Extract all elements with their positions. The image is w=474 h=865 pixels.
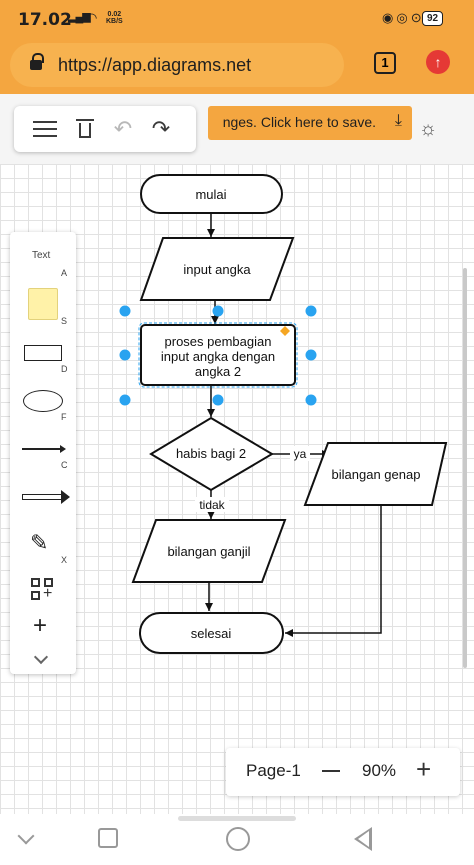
zoom-level[interactable]: 90% — [362, 761, 396, 781]
node-process[interactable]: proses pembagian input angka dengan angk… — [138, 322, 298, 388]
node-input-label: input angka — [183, 262, 251, 277]
app-toolbar-area: ↶ ↷ nges. Click here to save. ⤓ ☼ — [0, 94, 474, 164]
node-decision-label: habis bagi 2 — [176, 446, 246, 461]
shape-ellipse[interactable] — [23, 390, 63, 412]
node-end[interactable]: selesai — [139, 612, 284, 654]
zoom-in-icon[interactable]: + — [416, 756, 431, 782]
node-output-odd-label: bilangan ganjil — [167, 544, 250, 559]
brightness-icon[interactable]: ☼ — [417, 118, 439, 140]
node-process-label-line3: angka 2 — [195, 364, 241, 379]
page-selector[interactable]: Page-1 — [246, 761, 301, 781]
update-icon[interactable]: ↑ — [426, 50, 450, 74]
redo-icon[interactable]: ↷ — [148, 117, 174, 141]
battery-icon: 92 — [422, 11, 444, 26]
edge-label-yes: ya — [294, 447, 307, 461]
node-start-label: mulai — [195, 187, 226, 202]
back-icon[interactable] — [354, 827, 372, 851]
shape-arrow[interactable] — [22, 490, 70, 504]
edge-label-no: tidak — [199, 498, 225, 512]
node-input[interactable]: input angka — [139, 237, 295, 301]
freehand-icon[interactable]: ✎ — [30, 530, 48, 556]
alarm-icon: ◉ — [382, 10, 397, 25]
undo-icon[interactable]: ↶ — [110, 117, 136, 141]
lock-icon — [30, 53, 44, 70]
status-icons: ◉◎⊙ — [382, 10, 425, 26]
node-process-label-line2: input angka dengan — [161, 349, 275, 364]
save-banner[interactable]: nges. Click here to save. ⤓ — [208, 106, 412, 140]
shapes-panel: Text A S D F C ✎ X + + — [10, 232, 76, 674]
download-icon: ⤓ — [394, 112, 402, 129]
shape-line[interactable] — [22, 445, 66, 453]
address-bar[interactable]: https://app.diagrams.net — [10, 43, 344, 87]
shortcut-key: S — [61, 316, 68, 326]
vertical-scrollbar[interactable] — [463, 268, 467, 668]
app-toolbar: ↶ ↷ — [14, 106, 196, 152]
node-process-label-line1: proses pembagian — [165, 334, 272, 349]
network-speed: 0.02 KB/S — [106, 11, 123, 25]
edge-even-end[interactable] — [285, 505, 382, 637]
node-output-even[interactable]: bilangan genap — [303, 442, 448, 506]
scroll-handle — [178, 816, 296, 821]
recents-icon[interactable] — [98, 828, 118, 848]
shortcut-key: X — [61, 555, 68, 565]
shape-rectangle[interactable] — [24, 345, 62, 361]
android-nav-bar — [0, 814, 474, 865]
tab-switcher-button[interactable]: 1 — [374, 52, 396, 74]
zoom-out-icon[interactable] — [322, 770, 340, 772]
shortcut-key: C — [61, 460, 68, 470]
plus-icon[interactable]: + — [33, 612, 47, 640]
chevron-down-icon[interactable] — [33, 649, 49, 665]
node-end-label: selesai — [191, 626, 232, 641]
node-output-odd[interactable]: bilangan ganjil — [131, 519, 287, 583]
shortcut-key: F — [61, 412, 67, 422]
shortcut-key: A — [61, 268, 68, 278]
network-speed-unit: KB/S — [106, 18, 123, 25]
page-panel: Page-1 90% + — [226, 748, 460, 796]
chevron-down-icon[interactable] — [17, 827, 35, 845]
browser-toolbar: https://app.diagrams.net 1 ↑ — [0, 38, 474, 94]
network-speed-value: 0.02 — [107, 11, 122, 18]
home-icon[interactable] — [226, 827, 250, 851]
node-decision[interactable]: habis bagi 2 — [149, 416, 274, 492]
node-output-even-label: bilangan genap — [332, 467, 421, 482]
menu-icon[interactable] — [32, 117, 58, 141]
add-shape-icon[interactable]: + — [31, 578, 55, 602]
save-banner-text: nges. Click here to save. — [222, 114, 376, 130]
shape-text[interactable]: Text — [32, 250, 50, 261]
shortcut-key: D — [61, 364, 68, 374]
shape-note[interactable] — [28, 288, 58, 320]
wifi-icon: ◠ — [86, 10, 98, 25]
node-start[interactable]: mulai — [140, 174, 283, 214]
clock: 17.02 — [18, 10, 72, 30]
status-bar: 17.02 ▂▄▆ ◠ 0.02 KB/S ◉◎⊙ 92 — [0, 0, 474, 38]
lock-icon: ◎ — [396, 10, 411, 25]
delete-icon[interactable] — [72, 117, 98, 141]
url-text: https://app.diagrams.net — [58, 55, 252, 75]
